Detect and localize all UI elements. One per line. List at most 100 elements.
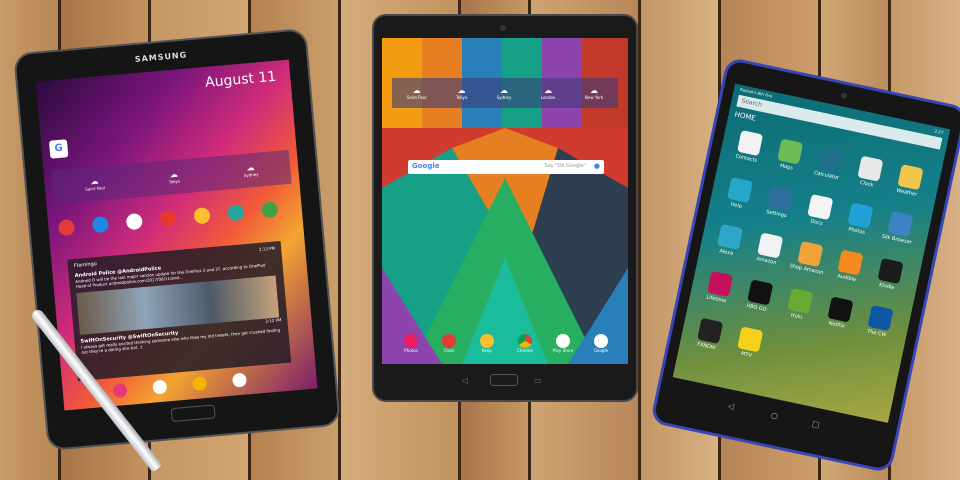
app-icon: [886, 210, 914, 238]
search-hint: Say "Ok Google": [544, 163, 586, 169]
weather-item: ☁ Tokyo: [168, 170, 181, 185]
fire-clock: 2:27: [934, 128, 944, 136]
weather-item: ☁ New York: [585, 86, 603, 100]
home-circle-icon[interactable]: ○: [770, 410, 779, 420]
weather-item: ☁ Saint Paul: [84, 176, 105, 192]
twitter-card[interactable]: Flamingo Android Police @AndroidPolice A…: [67, 240, 292, 382]
app-icon: [806, 193, 833, 221]
app-icon[interactable]: [193, 207, 211, 225]
app-icon: [796, 240, 823, 267]
app-icon: [696, 317, 723, 344]
dock-item[interactable]: Photos: [396, 334, 426, 353]
asus-tablet: ☁ Saint Paul ☁ Tokyo ☁ Sydney ☁ London ☁: [372, 14, 638, 402]
app-icon: [867, 304, 894, 331]
asus-screen[interactable]: ☁ Saint Paul ☁ Tokyo ☁ Sydney ☁ London ☁: [382, 38, 628, 364]
fire-app-weather[interactable]: Weather: [883, 158, 933, 213]
microphone-icon[interactable]: ●: [594, 162, 600, 170]
photos-icon: [404, 334, 418, 348]
app-icon: [736, 129, 763, 157]
camera-icon: [500, 25, 506, 31]
app-icon[interactable]: [91, 215, 110, 234]
app-icon: [856, 155, 883, 182]
fire-app-kindle[interactable]: Kindle: [863, 252, 913, 307]
dock-label: Keep: [482, 348, 492, 353]
back-button-icon[interactable]: ◁: [727, 401, 735, 411]
google-search-icon[interactable]: G: [48, 139, 69, 159]
fire-app-mtv[interactable]: MTV: [723, 320, 773, 375]
dock-item[interactable]: Google: [586, 334, 616, 353]
app-icon: [896, 164, 924, 191]
dock-app-icon[interactable]: [192, 375, 208, 392]
app-icon: [726, 176, 753, 203]
weather-item: ☁ London: [541, 86, 556, 100]
weather-city: Tokyo: [455, 95, 468, 100]
app-icon[interactable]: [159, 210, 177, 228]
dock-app-icon[interactable]: [112, 382, 128, 399]
weather-city: Sydney: [243, 171, 259, 178]
dock-label: Chrome: [517, 348, 533, 353]
cloud-icon: ☁: [590, 86, 599, 95]
recents-button-icon[interactable]: □: [811, 419, 820, 429]
app-icon: [716, 223, 743, 250]
cloud-icon: ☁: [457, 86, 466, 95]
fire-app-grid: Contacts Maps Calculator Clock Weather Help Se…: [681, 124, 936, 412]
dock-item[interactable]: Clock: [434, 334, 464, 353]
weather-item: ☁ Saint Paul: [407, 86, 427, 100]
dock-label: Photos: [404, 348, 418, 353]
app-icon[interactable]: [227, 204, 245, 222]
clock-icon: [442, 334, 456, 348]
app-icon: [826, 296, 853, 323]
dock-item[interactable]: Chrome: [510, 334, 540, 353]
asus-weather-widget: ☁ Saint Paul ☁ Tokyo ☁ Sydney ☁ London ☁: [392, 78, 618, 108]
dock-app-icon[interactable]: [152, 379, 168, 395]
dock-label: Google: [593, 348, 609, 353]
app-icon: [836, 249, 863, 276]
cloud-icon: ☁: [499, 86, 508, 95]
photo-scene: SAMSUNG August 11 G ☁ Saint Paul ☁ Tokyo…: [0, 0, 960, 480]
app-icon[interactable]: [261, 201, 279, 219]
app-icon: [816, 146, 843, 174]
keep-icon: [480, 334, 494, 348]
weather-widget: ☁ Saint Paul ☁ Tokyo ☁ Sydney: [51, 149, 292, 205]
app-icon: [776, 138, 803, 165]
cloud-icon: ☁: [412, 86, 421, 95]
app-icon: [846, 202, 873, 229]
samsung-date: August 11: [204, 68, 277, 91]
weather-city: Saint Paul: [85, 185, 106, 192]
weather-city: Tokyo: [168, 178, 181, 185]
app-icon: [746, 279, 773, 306]
app-icon: [736, 326, 763, 353]
dock-app-icon[interactable]: [231, 372, 248, 388]
fire-screen[interactable]: Rachel's 8th Fire 2:27 Search HOME Conta…: [672, 83, 951, 423]
google-logo: Google: [412, 162, 440, 170]
camera-icon: [840, 92, 848, 100]
weather-city: London: [540, 95, 556, 100]
google-search-bar[interactable]: Google Say "Ok Google" ●: [408, 160, 604, 174]
fire-search-placeholder: Search: [740, 97, 763, 109]
home-button[interactable]: [490, 374, 518, 386]
app-row: [57, 200, 293, 240]
recents-button-icon[interactable]: ▭: [534, 376, 542, 385]
weather-city: Saint Paul: [406, 95, 427, 100]
weather-city: Sydney: [496, 95, 512, 100]
fire-app-the-cw[interactable]: The CW: [853, 299, 903, 354]
dock-item[interactable]: Keep: [472, 334, 502, 353]
dock-item[interactable]: Play Store: [548, 334, 578, 353]
chrome-icon: [518, 334, 532, 348]
weather-item: ☁ Sydney: [497, 86, 512, 100]
play-store-icon: [556, 334, 570, 348]
cloud-icon: ☁: [544, 86, 553, 95]
asus-dock: Photos Clock Keep Chrome Play Store Goog…: [392, 334, 618, 362]
weather-city: New York: [584, 95, 604, 100]
app-icon: [876, 257, 904, 285]
app-icon[interactable]: [125, 212, 143, 231]
app-icon: [766, 185, 793, 212]
home-button[interactable]: [170, 404, 216, 423]
fire-app-silk-browser[interactable]: Silk Browser: [873, 205, 923, 260]
back-button-icon[interactable]: ◁: [462, 376, 468, 385]
app-icon[interactable]: [57, 218, 76, 237]
app-icon: [756, 232, 783, 259]
dock-label: Play Store: [552, 348, 574, 353]
fire-home-tab[interactable]: HOME: [734, 110, 756, 122]
google-icon: [594, 334, 608, 348]
